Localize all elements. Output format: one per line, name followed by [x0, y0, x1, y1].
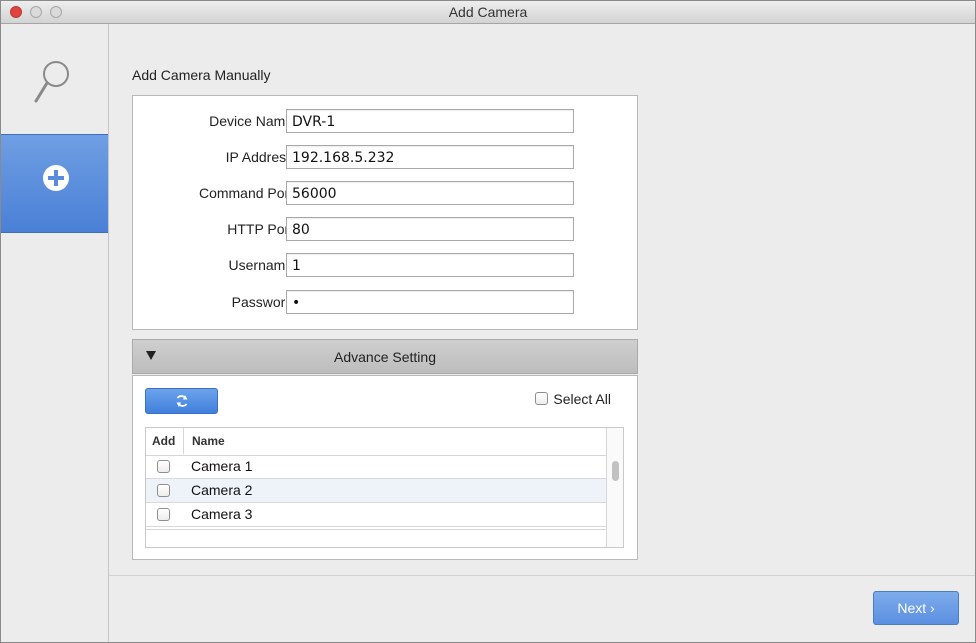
scroll-thumb[interactable] — [612, 461, 619, 481]
table-row[interactable]: Camera 3 — [146, 503, 606, 527]
column-divider — [183, 428, 184, 454]
horizontal-scroll-track — [146, 529, 606, 530]
device-name-label: Device Name: — [209, 113, 297, 129]
vertical-scrollbar[interactable] — [606, 428, 623, 547]
command-port-label: Command Port: — [198, 185, 297, 201]
command-port-row: Command Port: — [133, 181, 637, 207]
page-title: Add Camera Manually — [132, 67, 271, 83]
device-name-field[interactable] — [286, 109, 574, 133]
sidebar-item-search[interactable] — [1, 24, 108, 134]
row-checkbox[interactable] — [157, 484, 170, 497]
command-port-field[interactable] — [286, 181, 574, 205]
advance-setting-panel: Select All Add Name Camera 1 Camera 2 Ca… — [132, 375, 638, 560]
column-header-add[interactable]: Add — [152, 434, 175, 448]
row-checkbox[interactable] — [157, 508, 170, 521]
sidebar — [1, 24, 109, 642]
sidebar-item-add[interactable] — [1, 134, 108, 233]
table-row[interactable]: Camera 2 — [146, 479, 606, 503]
advance-setting-toggle[interactable]: Advance Setting — [132, 339, 638, 374]
select-all-checkbox[interactable]: Select All — [535, 391, 611, 407]
advance-setting-label: Advance Setting — [334, 349, 436, 365]
select-all-box[interactable] — [535, 391, 549, 405]
username-field[interactable] — [286, 253, 574, 277]
table-row[interactable]: Camera 1 — [146, 455, 606, 479]
next-button[interactable]: Next › — [873, 591, 959, 625]
refresh-button[interactable] — [145, 388, 218, 414]
main-panel: Add Camera Manually Device Name: IP Addr… — [109, 24, 975, 642]
refresh-icon — [176, 395, 188, 407]
camera-table: Add Name Camera 1 Camera 2 Camera 3 — [145, 427, 624, 548]
manual-form: Device Name: IP Address: Command Port: H… — [132, 95, 638, 330]
http-port-row: HTTP Port: — [133, 217, 637, 243]
add-camera-window: Add Camera Add Camera Manually Device Na… — [0, 0, 976, 643]
username-row: Username: — [133, 253, 637, 279]
footer-divider — [109, 575, 975, 576]
ip-address-field[interactable] — [286, 145, 574, 169]
plus-circle-icon — [43, 165, 69, 191]
camera-name: Camera 3 — [191, 506, 253, 522]
table-header: Add Name — [146, 428, 606, 456]
column-header-name[interactable]: Name — [192, 434, 225, 448]
http-port-field[interactable] — [286, 217, 574, 241]
search-icon — [34, 61, 69, 103]
password-field[interactable] — [286, 290, 574, 314]
title-bar: Add Camera — [1, 1, 975, 24]
window-title: Add Camera — [448, 4, 528, 20]
password-row: Password: — [133, 290, 637, 316]
camera-name: Camera 2 — [191, 482, 253, 498]
camera-name: Camera 1 — [191, 458, 253, 474]
device-name-row: Device Name: — [133, 109, 637, 135]
row-checkbox[interactable] — [157, 460, 170, 473]
ip-address-row: IP Address: — [133, 145, 637, 171]
select-all-label: Select All — [553, 391, 611, 407]
